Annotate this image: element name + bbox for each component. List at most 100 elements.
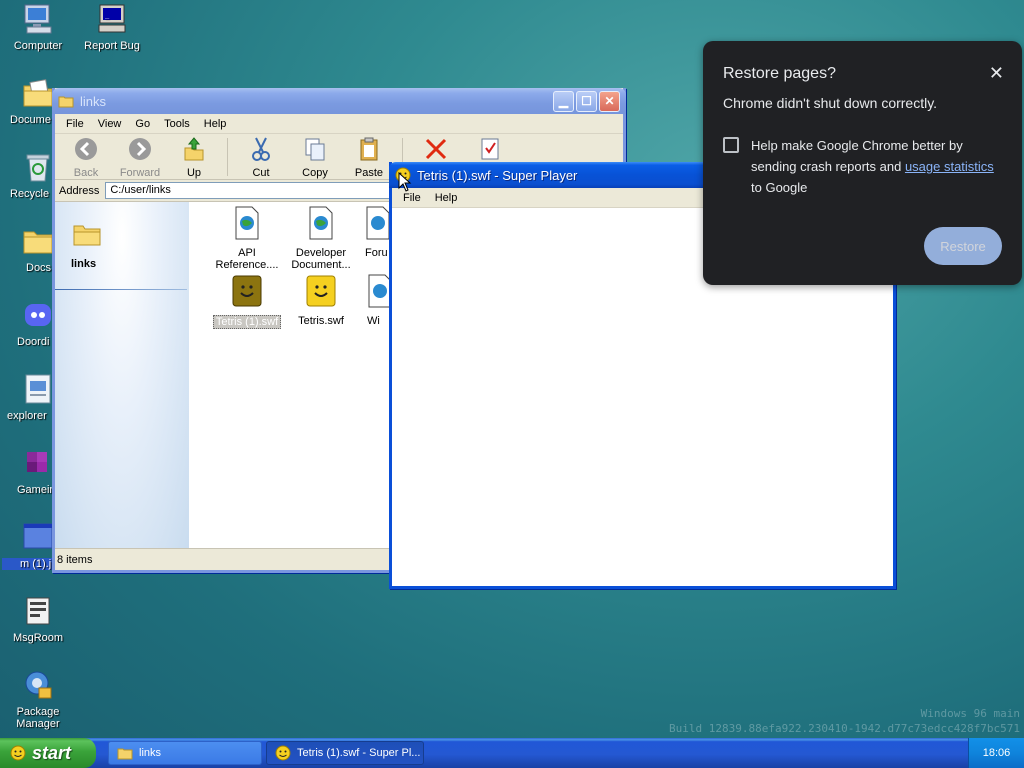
file-item[interactable]: Developer Document... — [283, 206, 359, 271]
close-button[interactable]: ✕ — [599, 90, 620, 112]
watermark-line: Windows 96 main — [920, 707, 1020, 720]
forward-button[interactable]: Forward — [113, 136, 167, 179]
desktop-icon-msgroom[interactable]: MsgRoom — [2, 594, 74, 644]
taskbar-item-super-player[interactable]: Tetris (1).swf - Super Pl... — [266, 741, 424, 765]
package-manager-icon — [21, 668, 55, 702]
up-label: Up — [186, 167, 202, 179]
dialog-close-button[interactable]: ✕ — [989, 63, 1004, 84]
desktop-icon-label: Package Manager — [16, 706, 60, 730]
minimize-icon: ▁ — [558, 94, 569, 108]
mouse-cursor-icon — [398, 172, 412, 192]
report-bug-icon: _ — [95, 2, 129, 36]
file-label: Foru — [365, 247, 388, 259]
menu-file[interactable]: File — [59, 118, 91, 130]
window-title: links — [80, 93, 107, 109]
file-item[interactable]: API Reference.... — [209, 206, 285, 271]
recycle-bin-icon — [21, 150, 55, 184]
paste-button[interactable]: Paste — [342, 136, 396, 179]
start-label: start — [32, 742, 72, 763]
taskbar-item-links[interactable]: links — [108, 741, 262, 765]
menu-file[interactable]: File — [396, 192, 428, 204]
menu-view[interactable]: View — [91, 118, 129, 130]
taskbar-item-label: Tetris (1).swf - Super Pl... — [297, 747, 421, 759]
usage-statistics-link[interactable]: usage statistics — [905, 159, 994, 174]
explorer-menubar: File View Go Tools Help — [55, 114, 623, 134]
crash-report-checkbox[interactable] — [723, 137, 739, 153]
menu-go[interactable]: Go — [128, 118, 157, 130]
smiley-icon — [10, 745, 26, 761]
smiley-icon — [275, 745, 291, 761]
file-label: Wi — [367, 315, 380, 327]
documents-folder-icon — [21, 76, 55, 110]
file-label: Tetris.swf — [298, 315, 344, 327]
folder-icon — [73, 225, 101, 246]
desktop-icon-label: MsgRoom — [12, 632, 64, 644]
discord-icon — [21, 298, 55, 332]
folder-icon — [117, 748, 133, 760]
taskbar-item-label: links — [139, 747, 162, 759]
side-panel-title: links — [71, 258, 97, 270]
swf-smiley-icon — [306, 275, 336, 307]
address-label: Address — [59, 184, 100, 197]
toolbar-separator — [227, 138, 228, 176]
menu-tools[interactable]: Tools — [157, 118, 197, 130]
dialog-message: Chrome didn't shut down correctly. — [723, 95, 938, 111]
forward-label: Forward — [119, 167, 161, 179]
swf-smiley-icon — [232, 275, 262, 307]
clock[interactable]: 18:06 — [983, 747, 1011, 759]
forward-arrow-icon — [129, 138, 151, 160]
folder-icon — [21, 224, 55, 258]
back-button[interactable]: Back — [59, 136, 113, 179]
paste-label: Paste — [354, 167, 384, 179]
web-document-icon — [235, 206, 259, 240]
explorer-app-icon — [21, 372, 55, 406]
game-icon — [21, 446, 55, 480]
restore-button[interactable]: Restore — [924, 227, 1002, 265]
watermark-line: Build 12839.88efa922.230410-1942.d77c73e… — [669, 722, 1020, 735]
clipboard-icon — [360, 137, 378, 161]
web-document-icon — [309, 206, 333, 240]
item-count: 8 items — [57, 553, 93, 566]
start-button[interactable]: start — [0, 738, 96, 768]
taskbar: start links Tetris (1).swf - Super Pl...… — [0, 738, 1024, 768]
minimize-button[interactable]: ▁ — [553, 90, 574, 112]
copy-label: Copy — [302, 167, 328, 179]
back-label: Back — [73, 167, 99, 179]
file-label: Tetris (1).swf — [212, 315, 282, 329]
computer-icon — [21, 2, 55, 36]
up-folder-icon — [184, 137, 204, 161]
scissors-icon — [252, 137, 270, 161]
side-panel: links — [55, 202, 189, 548]
build-watermark: Windows 96 main Build 12839.88efa922.230… — [669, 706, 1020, 736]
copy-icon — [305, 138, 325, 161]
close-icon: ✕ — [988, 63, 1004, 83]
side-divider — [55, 289, 187, 290]
chrome-restore-dialog: Restore pages? ✕ Chrome didn't shut down… — [703, 41, 1022, 285]
desktop-icon-label: Computer — [13, 40, 63, 52]
file-label: Developer Document... — [291, 247, 351, 271]
desktop-icon-computer[interactable]: Computer — [2, 2, 74, 52]
back-arrow-icon — [75, 138, 97, 160]
help-suffix: to Google — [751, 180, 808, 195]
file-item[interactable]: Tetris.swf — [283, 274, 359, 327]
up-button[interactable]: Up — [167, 136, 221, 179]
dialog-title: Restore pages? — [723, 65, 836, 82]
window-file-icon — [21, 520, 55, 554]
explorer-titlebar[interactable]: links ▁ ☐ ✕ — [52, 88, 626, 114]
cut-button[interactable]: Cut — [234, 136, 288, 179]
delete-x-icon — [425, 138, 447, 160]
menu-help[interactable]: Help — [428, 192, 465, 204]
crash-report-text: Help make Google Chrome better by sendin… — [751, 135, 1001, 198]
desktop-icon-report-bug[interactable]: _ Report Bug — [76, 2, 148, 52]
msgroom-icon — [21, 594, 55, 628]
properties-icon — [481, 138, 499, 160]
close-icon: ✕ — [604, 94, 615, 108]
desktop-icon-package-manager[interactable]: Package Manager — [2, 668, 74, 730]
file-label: API Reference.... — [215, 247, 279, 271]
maximize-button[interactable]: ☐ — [576, 90, 597, 112]
folder-icon — [58, 96, 74, 108]
file-item-selected[interactable]: Tetris (1).swf — [209, 274, 285, 329]
menu-help[interactable]: Help — [197, 118, 234, 130]
system-tray: 18:06 — [968, 738, 1024, 768]
copy-button[interactable]: Copy — [288, 136, 342, 179]
